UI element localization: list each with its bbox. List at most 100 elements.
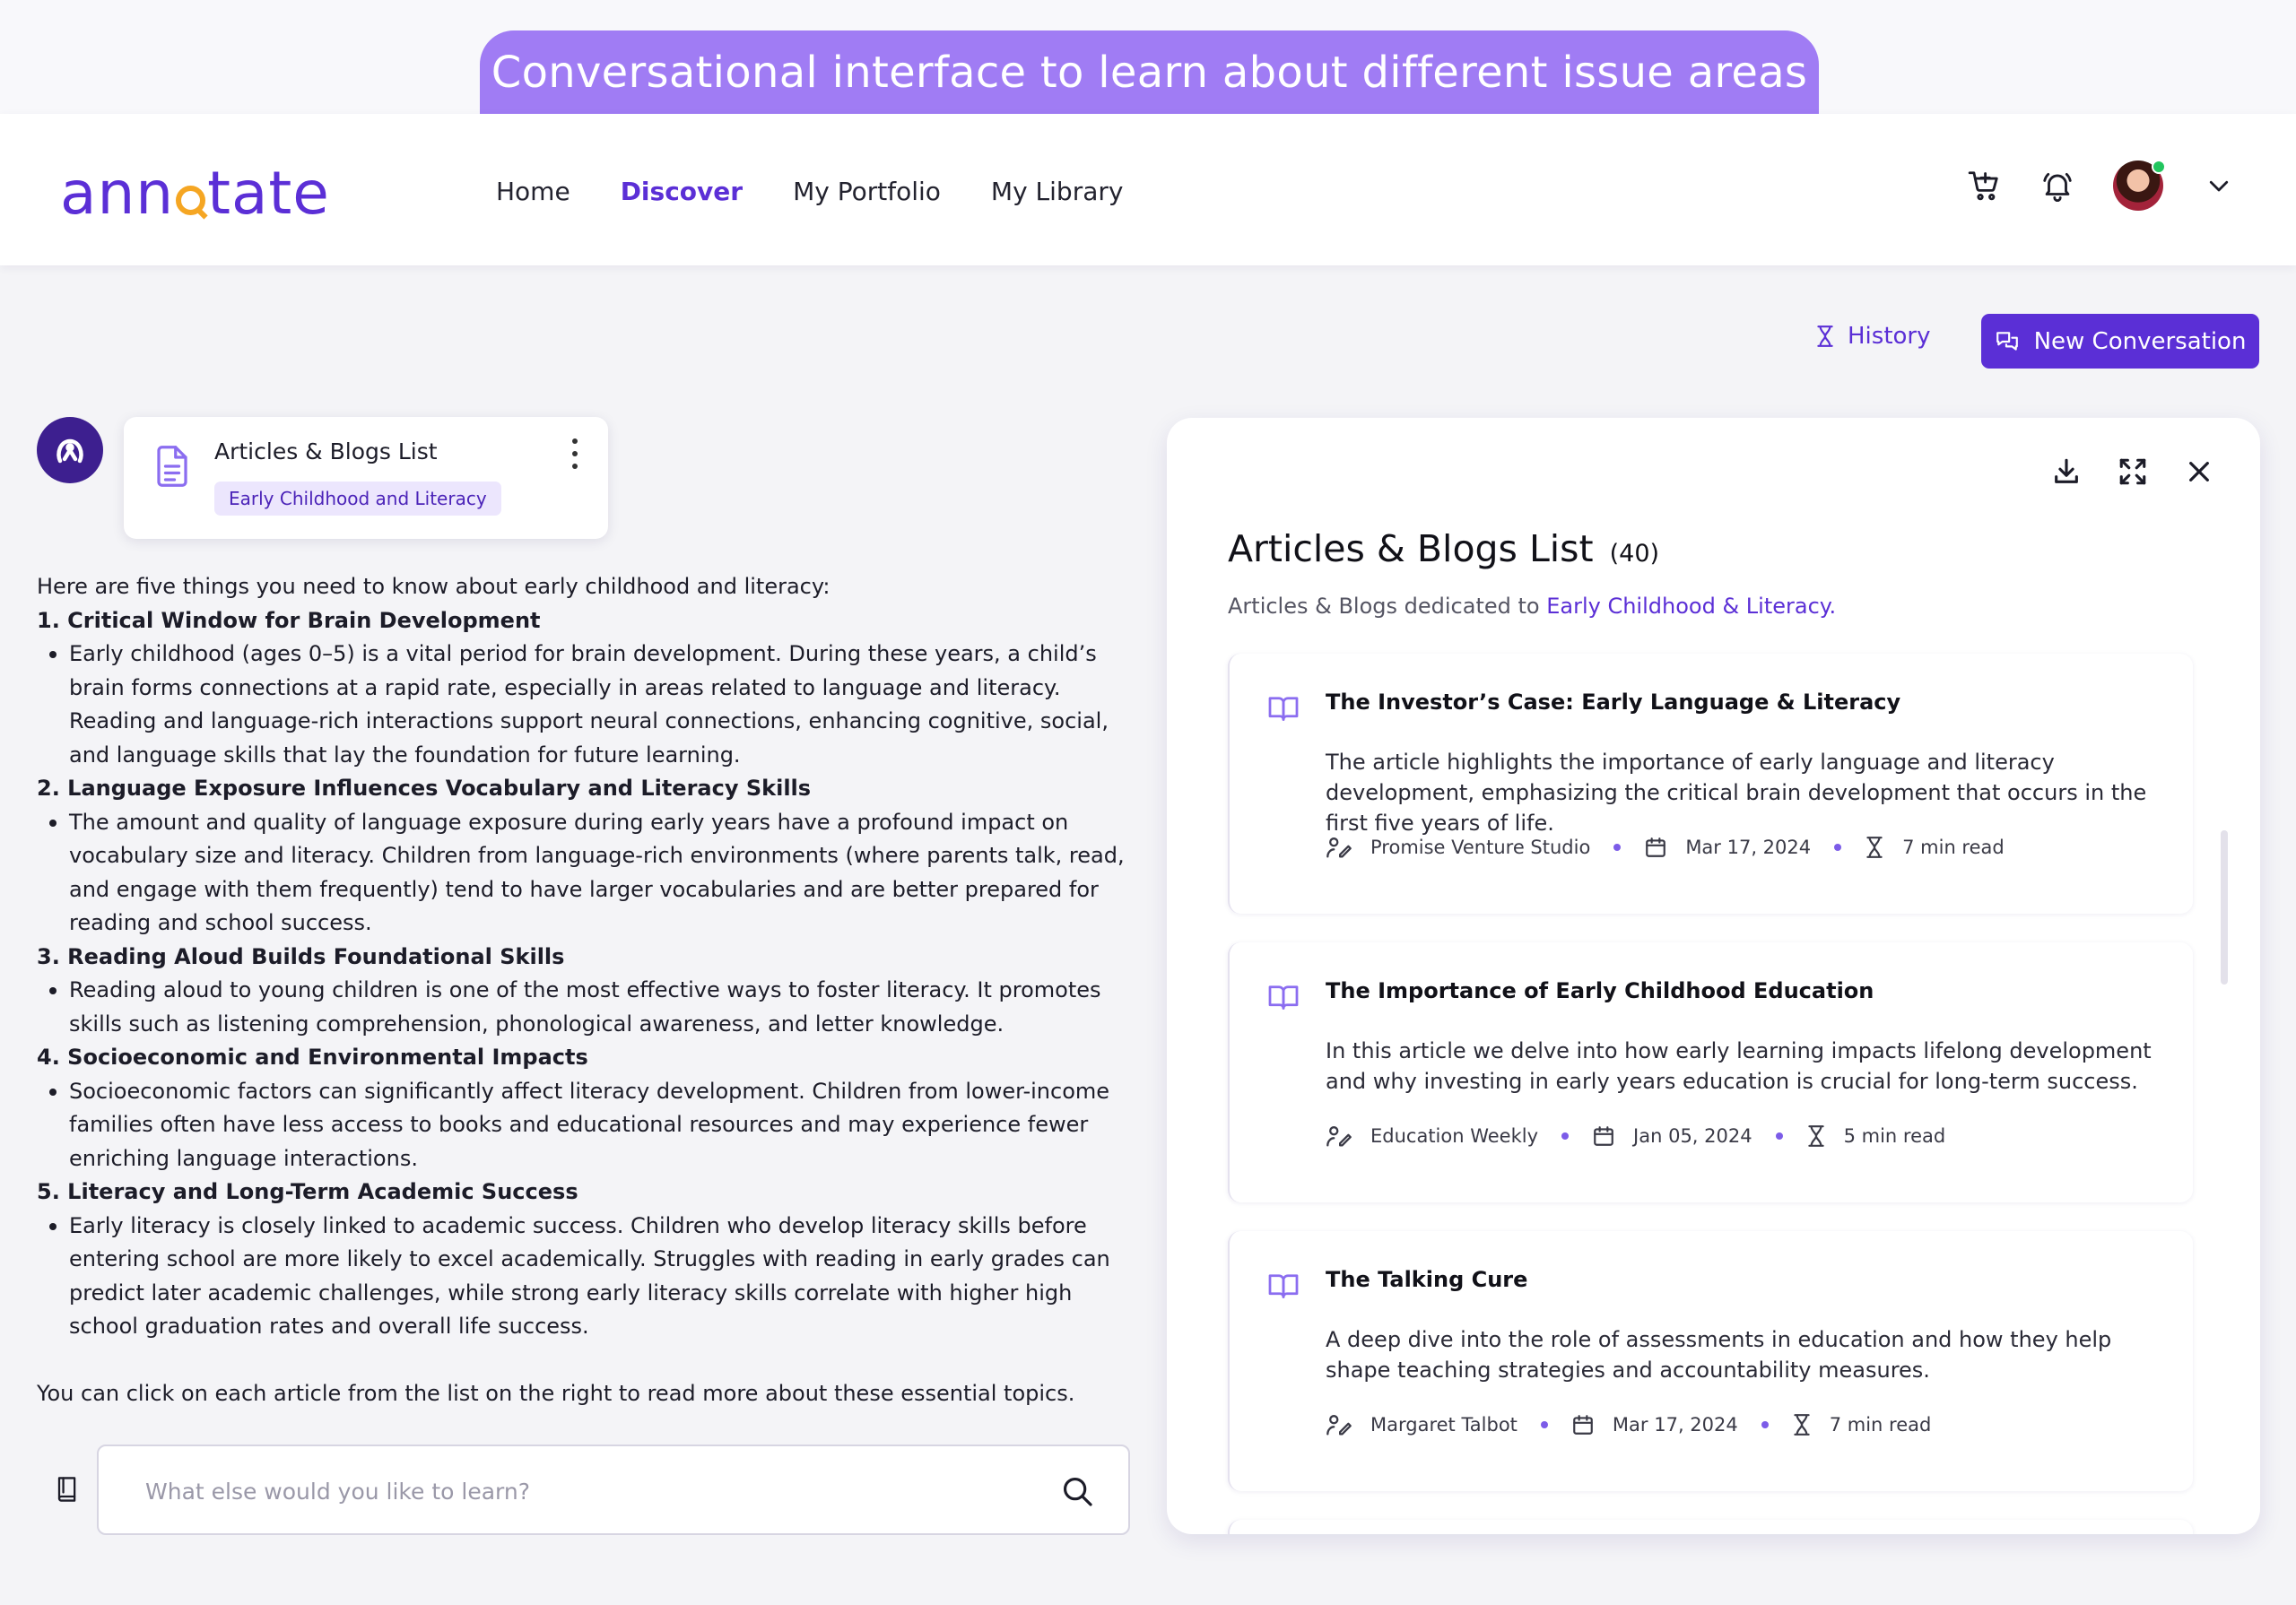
article-source: Education Weekly (1370, 1125, 1539, 1147)
online-status-dot (2152, 160, 2166, 174)
panel-scrollbar[interactable] (2221, 830, 2228, 985)
article-card[interactable]: The Importance of Early Childhood Educat… (1228, 942, 2193, 1202)
subtitle-topic-link[interactable]: Early Childhood & Literacy. (1546, 594, 1836, 619)
section-heading: 2. Language Exposure Influences Vocabula… (37, 776, 812, 801)
logo-text-end: tate (207, 159, 330, 228)
search-icon[interactable] (1060, 1474, 1094, 1512)
assistant-answer: Here are five things you need to know ab… (37, 570, 1131, 1410)
library-icon[interactable] (54, 1475, 79, 1507)
article-date: Mar 17, 2024 (1612, 1414, 1738, 1436)
logo-text-start: ann (60, 159, 175, 228)
cart-icon[interactable] (1966, 168, 2002, 204)
section-bullet: The amount and quality of language expos… (37, 806, 1131, 941)
kebab-menu-icon[interactable] (561, 438, 588, 469)
subtitle-prefix: Articles & Blogs dedicated to (1228, 594, 1547, 619)
article-read-time: 7 min read (1902, 837, 2005, 858)
article-description: A deep dive into the role of assessments… (1326, 1327, 2112, 1383)
section-heading: 1. Critical Window for Brain Development (37, 607, 541, 633)
nav-actions (1966, 160, 2237, 211)
history-button[interactable]: History (1815, 323, 1931, 350)
panel-toolbar (2048, 454, 2217, 490)
calendar-icon (1644, 836, 1667, 859)
chat-input[interactable] (145, 1473, 1042, 1509)
answer-intro: Here are five things you need to know ab… (37, 574, 831, 599)
section-bullet: Early childhood (ages 0–5) is a vital pe… (37, 638, 1131, 772)
nav-my-portfolio[interactable]: My Portfolio (793, 177, 941, 206)
section-list: Early childhood (ages 0–5) is a vital pe… (37, 638, 1131, 772)
article-source: Promise Venture Studio (1370, 837, 1591, 858)
meta-separator (1613, 844, 1622, 851)
article-read-time: 5 min read (1843, 1125, 1946, 1147)
chat-bubbles-icon (1996, 331, 2018, 351)
author-icon (1326, 835, 1352, 860)
new-conversation-button[interactable]: New Conversation (1981, 314, 2259, 369)
section-list: Reading aloud to young children is one o… (37, 974, 1131, 1041)
assistant-logo-icon (57, 438, 83, 464)
article-card-partial[interactable] (1228, 1520, 2193, 1534)
user-avatar[interactable] (2113, 160, 2166, 211)
caption-banner: Conversational interface to learn about … (480, 30, 1819, 114)
section-bullet: Reading aloud to young children is one o… (37, 974, 1131, 1041)
top-navigation: ann tate Home Discover My Portfolio My Li… (0, 114, 2296, 265)
article-read-time: 7 min read (1829, 1414, 1932, 1436)
meta-separator (1540, 1421, 1548, 1428)
panel-subtitle: Articles & Blogs dedicated to Early Chil… (1228, 594, 1836, 619)
author-icon (1326, 1412, 1352, 1437)
hourglass-icon (1817, 325, 1833, 347)
author-icon (1326, 1124, 1352, 1149)
article-list: The Investor’s Case: Early Language & Li… (1228, 654, 2193, 1534)
meta-separator (1761, 1421, 1769, 1428)
artifact-tag: Early Childhood and Literacy (214, 482, 501, 516)
article-card[interactable]: The Talking Cure A deep dive into the ro… (1228, 1231, 2193, 1491)
nav-my-library[interactable]: My Library (991, 177, 1124, 206)
meta-separator (1561, 1132, 1570, 1140)
artifact-title: Articles & Blogs List (214, 438, 438, 464)
hourglass-icon (1806, 1124, 1826, 1148)
annotate-logo[interactable]: ann tate (60, 159, 330, 228)
chat-input-box (97, 1444, 1130, 1535)
expand-icon[interactable] (2115, 454, 2151, 490)
hourglass-icon (1865, 836, 1884, 859)
chevron-down-icon[interactable] (2201, 168, 2237, 204)
article-source: Margaret Talbot (1370, 1414, 1518, 1436)
logo-ring-icon (176, 186, 206, 215)
article-meta: Education Weekly Jan 05, 2024 5 min read (1326, 1124, 1945, 1149)
section-list: The amount and quality of language expos… (37, 806, 1131, 941)
banner-text: Conversational interface to learn about … (491, 47, 1808, 98)
answer-outro: You can click on each article from the l… (37, 1380, 1075, 1406)
main-menu: Home Discover My Portfolio My Library (496, 177, 1123, 206)
calendar-icon (1571, 1413, 1595, 1436)
nav-discover[interactable]: Discover (621, 177, 743, 206)
section-heading: 4. Socioeconomic and Environmental Impac… (37, 1045, 588, 1070)
article-description: The article highlights the importance of… (1326, 750, 2147, 836)
book-icon (1267, 695, 1300, 725)
section-list: Early literacy is closely linked to acad… (37, 1210, 1131, 1344)
section-bullet: Socioeconomic factors can significantly … (37, 1075, 1131, 1176)
article-meta: Margaret Talbot Mar 17, 2024 7 min read (1326, 1412, 1931, 1437)
artifact-card[interactable]: Articles & Blogs List Early Childhood an… (124, 417, 608, 539)
article-date: Mar 17, 2024 (1685, 837, 1812, 858)
article-description: In this article we delve into how early … (1326, 1038, 2152, 1094)
banner-area: Conversational interface to learn about … (0, 0, 2296, 114)
download-icon[interactable] (2048, 454, 2084, 490)
meta-separator (1775, 1132, 1783, 1140)
article-title: The Talking Cure (1326, 1267, 1528, 1292)
hourglass-icon (1792, 1413, 1812, 1436)
book-icon (1267, 1272, 1300, 1303)
bell-icon[interactable] (2039, 168, 2075, 204)
nav-home[interactable]: Home (496, 177, 570, 206)
meta-separator (1834, 844, 1842, 851)
article-title: The Importance of Early Childhood Educat… (1326, 978, 1874, 1003)
new-conversation-label: New Conversation (2033, 327, 2247, 355)
panel-count: (40) (1609, 540, 1660, 568)
close-icon[interactable] (2181, 454, 2217, 490)
article-meta: Promise Venture Studio Mar 17, 2024 7 mi… (1326, 835, 2005, 860)
article-card[interactable]: The Investor’s Case: Early Language & Li… (1228, 654, 2193, 914)
section-list: Socioeconomic factors can significantly … (37, 1075, 1131, 1176)
articles-panel: Articles & Blogs List (40) Articles & Bl… (1167, 418, 2260, 1534)
panel-heading: Articles & Blogs List (40) (1228, 527, 1659, 570)
document-icon (154, 444, 190, 492)
book-icon (1267, 984, 1300, 1014)
panel-title: Articles & Blogs List (1228, 527, 1594, 570)
section-heading: 3. Reading Aloud Builds Foundational Ski… (37, 943, 565, 969)
